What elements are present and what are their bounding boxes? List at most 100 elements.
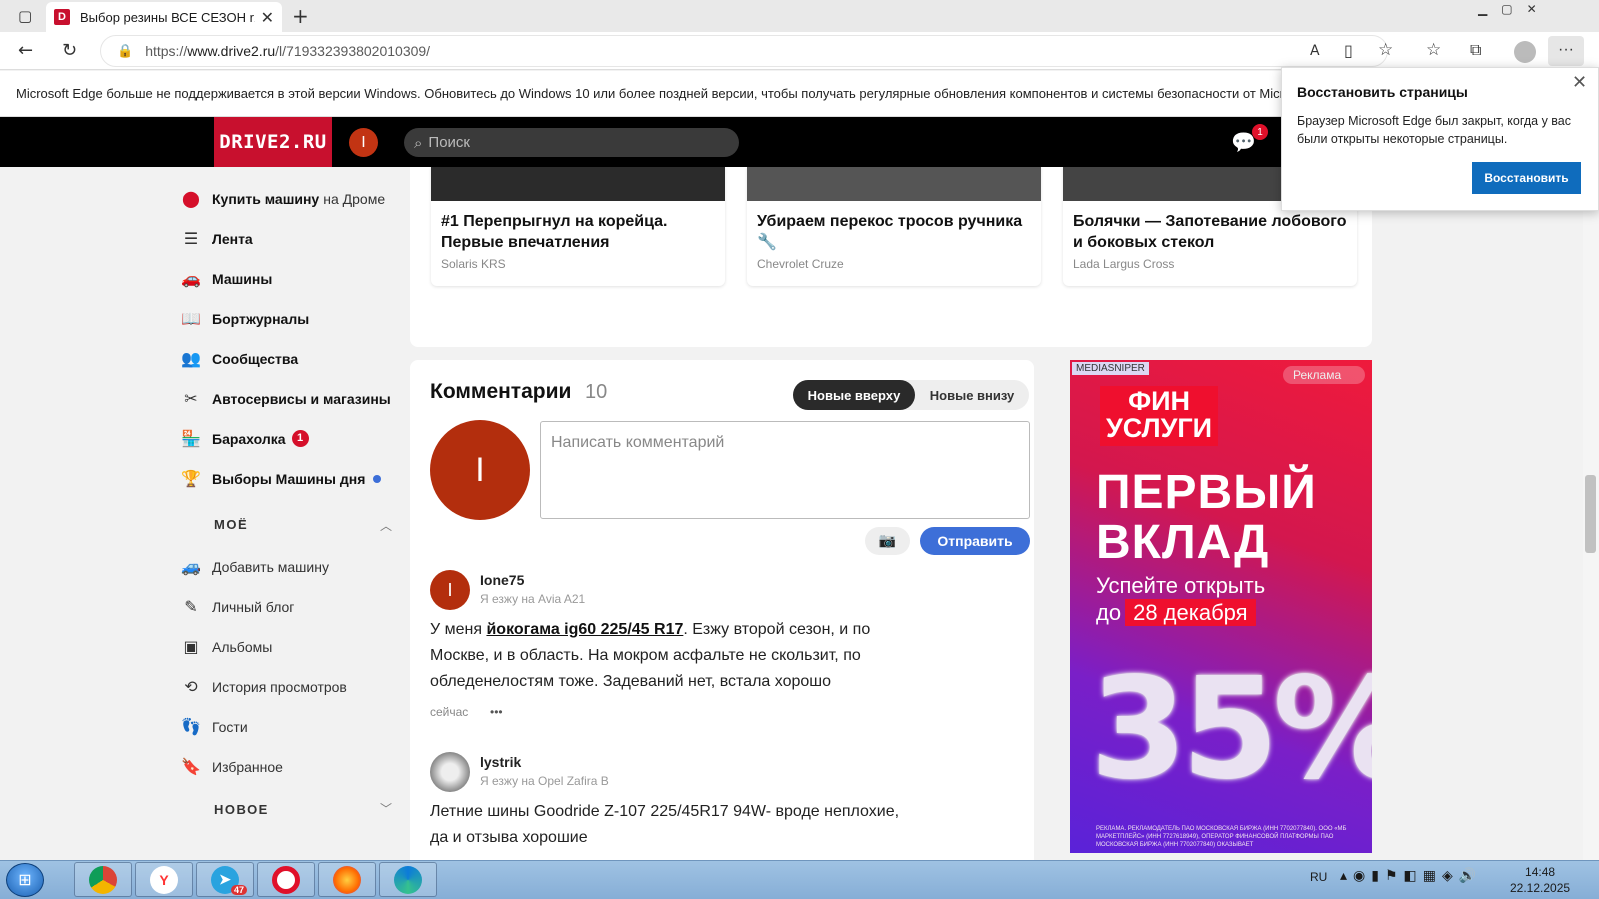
new-tab-icon[interactable]: + — [292, 4, 309, 28]
sidebar-item-label: Личный блог — [212, 598, 295, 615]
clock-date: 22.12.2025 — [1510, 881, 1571, 895]
search-input[interactable]: ⌕ Поиск — [404, 128, 739, 157]
favorite-add-icon[interactable]: ☆ — [1378, 40, 1393, 60]
post-title[interactable]: Убираем перекос тросов ручника🔧 — [747, 201, 1041, 253]
ad-fin-services: ФИН УСЛУГИ — [1100, 386, 1219, 446]
sidebar-item-label: Бортжурналы — [212, 310, 310, 327]
ad-date: 28 декабря — [1125, 599, 1256, 626]
sidebar-item-label: Избранное — [212, 758, 283, 775]
refresh-icon[interactable]: ↻ — [62, 40, 77, 61]
sidebar-item-guests[interactable]: 👣 Гости — [178, 717, 248, 736]
telegram-badge: 47 — [231, 885, 248, 895]
start-button[interactable]: ⊞ — [6, 863, 44, 897]
market-icon: 🏪 — [181, 429, 201, 448]
sidebar-item-services[interactable]: ✂ Автосервисы и магазины — [178, 389, 390, 408]
comment-avatar[interactable]: I — [430, 570, 470, 610]
comment-input[interactable]: Написать комментарий — [540, 421, 1030, 519]
chevron-up-icon[interactable]: ︿ — [380, 517, 392, 534]
restore-pages-popup: Восстановить страницы ✕ Браузер Microsof… — [1281, 67, 1599, 211]
commenter-avatar: I — [430, 420, 530, 520]
window-controls[interactable]: ▁▢✕ — [1478, 2, 1551, 16]
sidebar-item-label: Лента — [212, 230, 253, 247]
post-thumbnail — [747, 167, 1041, 201]
url-field[interactable]: 🔒 https://www.drive2.ru/l/71933239380201… — [100, 35, 1388, 67]
profile-icon[interactable] — [1514, 41, 1536, 63]
ad-subtitle: Успейте открыть до 28 декабря — [1096, 572, 1265, 626]
firefox-icon[interactable] — [318, 862, 376, 897]
ad-label[interactable]: Реклама — [1283, 366, 1365, 384]
post-card[interactable]: #1 Перепрыгнул на корейца. Первые впечат… — [431, 167, 725, 286]
ad-banner[interactable]: MEDIASNIPER Реклама ФИН УСЛУГИ ПЕРВЫЙ ВК… — [1070, 360, 1372, 853]
scrollbar-thumb[interactable] — [1585, 475, 1596, 553]
chrome-icon[interactable] — [74, 862, 132, 897]
ad-fine-print: РЕКЛАМА. РЕКЛАМОДАТЕЛЬ ПАО МОСКОВСКАЯ БИ… — [1096, 826, 1347, 848]
comment-more-icon[interactable]: ••• — [490, 705, 503, 719]
telegram-icon[interactable]: ➤ 47 — [196, 862, 254, 897]
sidebar-item-logbooks[interactable]: 📖 Бортжурналы — [178, 309, 309, 328]
new-dot — [373, 474, 382, 483]
sidebar-item-buy-car[interactable]: ⬤ Купить машину на Дроме — [178, 189, 385, 208]
sidebar-item-albums[interactable]: ▣ Альбомы — [178, 637, 272, 656]
post-title[interactable]: #1 Перепрыгнул на корейца. Первые впечат… — [431, 201, 725, 253]
comments-count: 10 — [585, 381, 608, 403]
yandex-icon[interactable]: Y — [135, 862, 193, 897]
post-car: Solaris KRS — [441, 257, 506, 271]
chevron-down-icon[interactable]: ﹀ — [380, 800, 392, 817]
drive2-logo[interactable]: DRIVE2.RU — [214, 117, 332, 167]
browser-tab[interactable]: D Выбор резины ВСЕ СЕЗОН r17 ✕ — [46, 2, 282, 32]
reader-icon[interactable]: ▯ — [1344, 41, 1353, 60]
comments-section: Комментарии 10 Новые вверху Новые внизу … — [410, 360, 1034, 860]
sidebar-icon[interactable]: ▢ — [18, 7, 32, 25]
sidebar-item-blog[interactable]: ✎ Личный блог — [178, 597, 294, 616]
popup-title: Восстановить страницы — [1297, 84, 1468, 100]
read-aloud-icon[interactable]: A — [1310, 43, 1320, 59]
feed-icon: ☰ — [183, 229, 199, 248]
sort-new-bottom-button[interactable]: Новые внизу — [915, 380, 1029, 410]
sort-new-top-button[interactable]: Новые вверху — [793, 380, 915, 410]
sidebar-item-label: Купить машину — [212, 190, 320, 207]
favorites-icon[interactable]: ☆ — [1426, 40, 1441, 60]
close-icon[interactable]: ✕ — [1572, 72, 1587, 93]
edge-icon[interactable] — [379, 862, 437, 897]
comment-avatar[interactable] — [430, 752, 470, 792]
comment-author[interactable]: Ione75 — [480, 572, 524, 588]
language-indicator[interactable]: RU — [1310, 870, 1327, 884]
comment-author[interactable]: lystrik — [480, 754, 521, 770]
tray-icons[interactable]: ▴◉▮⚑◧▦◈🔊 — [1340, 868, 1482, 884]
more-icon[interactable]: ··· — [1548, 36, 1584, 66]
close-tab-icon[interactable]: ✕ — [261, 8, 274, 27]
sidebar-item-car-of-day[interactable]: 🏆 Выборы Машины дня — [178, 469, 382, 488]
sidebar-item-add-car[interactable]: 🚙 Добавить машину — [178, 557, 329, 576]
sidebar-item-cars[interactable]: 🚗 Машины — [178, 269, 272, 288]
sidebar-item-communities[interactable]: 👥 Сообщества — [178, 349, 298, 368]
user-avatar[interactable]: I — [349, 128, 378, 157]
sidebar-item-favorites[interactable]: 🔖 Избранное — [178, 757, 283, 776]
tools-icon: ✂ — [184, 389, 198, 408]
camera-icon[interactable]: 📷 — [865, 527, 910, 555]
lock-icon[interactable]: 🔒 — [117, 44, 133, 59]
new-section-heading[interactable]: НОВОЕ — [214, 802, 269, 817]
album-icon: ▣ — [183, 637, 199, 656]
clock[interactable]: 14:48 22.12.2025 — [1510, 864, 1570, 896]
comment-link[interactable]: йокогама ig60 225/45 R17 — [486, 621, 683, 638]
logbook-icon: 📖 — [181, 309, 201, 328]
clock-time: 14:48 — [1525, 865, 1556, 879]
sidebar-item-label: Гости — [212, 718, 248, 735]
restore-button[interactable]: Восстановить — [1472, 162, 1581, 194]
back-icon[interactable]: ← — [18, 40, 33, 61]
send-button[interactable]: Отправить — [920, 527, 1030, 555]
post-card[interactable]: Убираем перекос тросов ручника🔧 Chevrole… — [747, 167, 1041, 286]
collections-icon[interactable]: ⧉ — [1470, 40, 1481, 60]
ad-sub-line1: Успейте открыть — [1096, 573, 1266, 598]
comment-text: У меня йокогама ig60 225/45 R17. Езжу вт… — [430, 617, 910, 695]
opera-icon[interactable] — [257, 862, 315, 897]
sidebar-item-history[interactable]: ⟲ История просмотров — [178, 677, 347, 696]
sidebar-item-feed[interactable]: ☰ Лента — [178, 229, 253, 248]
sidebar-item-suffix: на Дроме — [323, 190, 386, 207]
my-section-heading[interactable]: МОЁ — [214, 517, 248, 532]
ad-percent: 35% — [1090, 648, 1372, 811]
history-icon: ⟲ — [184, 677, 198, 696]
comment-time: сейчас — [430, 705, 469, 719]
related-posts-block: #1 Перепрыгнул на корейца. Первые впечат… — [410, 167, 1372, 347]
sidebar-item-market[interactable]: 🏪 Барахолка 1 — [178, 429, 309, 448]
